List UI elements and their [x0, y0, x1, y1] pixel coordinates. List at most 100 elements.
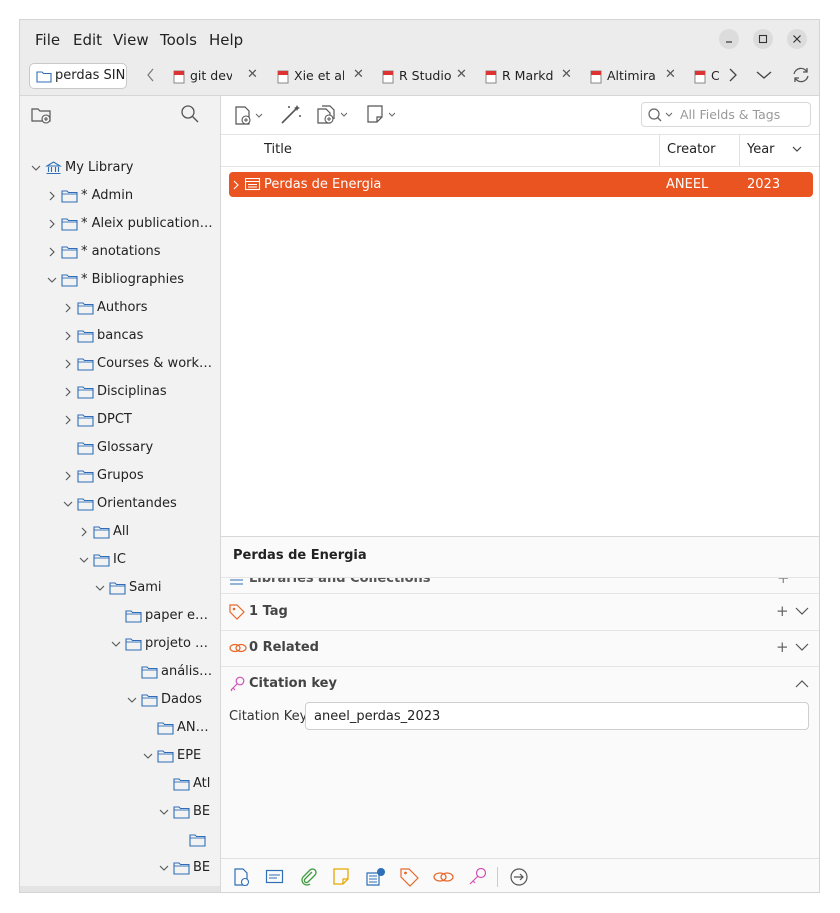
add-attachment-button[interactable] [316, 104, 356, 130]
chevron-right-icon[interactable] [63, 471, 75, 481]
column-separator[interactable] [659, 134, 660, 166]
collection-tree-row[interactable]: * Bibliographies [20, 269, 220, 291]
collection-tree-row[interactable]: Disciplinas [20, 381, 220, 403]
add-icon[interactable]: + [777, 578, 790, 587]
add-tag-icon[interactable]: + [776, 602, 789, 620]
collection-tree-row[interactable] [20, 829, 220, 851]
section-citation-key[interactable]: Citation key [221, 666, 819, 702]
chevron-right-icon[interactable] [47, 247, 59, 257]
search-field[interactable]: All Fields & Tags [641, 102, 811, 127]
new-note-button[interactable] [366, 104, 402, 130]
menu-view[interactable]: View [113, 31, 149, 49]
collection-tree-row[interactable]: My Library [20, 157, 220, 179]
info-icon[interactable] [233, 867, 251, 887]
collection-tree-row[interactable]: AN… [20, 717, 220, 739]
chevron-down-icon[interactable] [79, 555, 91, 565]
collection-tree-row[interactable]: * Admin [20, 185, 220, 207]
tab-library[interactable]: perdas SIN [29, 63, 127, 89]
add-by-identifier-button[interactable] [279, 104, 303, 130]
filter-collections-button[interactable] [180, 104, 200, 128]
column-separator[interactable] [739, 134, 740, 166]
add-related-icon[interactable]: + [776, 638, 789, 656]
chevron-down-icon[interactable] [47, 275, 59, 285]
collection-tree-row[interactable]: Glossary [20, 437, 220, 459]
collection-tree-row[interactable]: bancas [20, 325, 220, 347]
locate-icon[interactable] [509, 867, 529, 887]
related-icon[interactable] [433, 867, 455, 887]
citation-key-icon[interactable] [468, 867, 488, 887]
close-tab-icon[interactable]: ✕ [665, 67, 676, 82]
collection-tree-row[interactable]: DPCT [20, 409, 220, 431]
collection-tree-row[interactable]: Dados [20, 689, 220, 711]
collection-tree-row[interactable]: paper e… [20, 605, 220, 627]
chevron-right-icon[interactable] [63, 331, 75, 341]
tabs-scroll-right-button[interactable] [727, 66, 739, 88]
tabs-scroll-left-button[interactable] [146, 66, 156, 88]
minimize-button[interactable] [719, 29, 739, 49]
sync-button[interactable] [791, 66, 811, 88]
item-row-selected[interactable]: Perdas de Energia ANEEL 2023 [229, 172, 813, 197]
chevron-down-icon[interactable] [111, 639, 123, 649]
section-tags[interactable]: 1 Tag + [221, 594, 819, 631]
close-button[interactable] [787, 29, 807, 49]
chevron-right-icon[interactable] [63, 359, 75, 369]
chevron-right-icon[interactable] [63, 415, 75, 425]
collection-tree-row[interactable]: anális… [20, 661, 220, 683]
collection-tree-row[interactable]: projeto … [20, 633, 220, 655]
chevron-down-icon[interactable] [63, 499, 75, 509]
collection-tree-row[interactable]: Authors [20, 297, 220, 319]
collection-tree-row[interactable]: IC [20, 549, 220, 571]
collection-tree-row[interactable]: All [20, 521, 220, 543]
collection-tree-row[interactable]: Courses & works… [20, 353, 220, 375]
chevron-down-icon[interactable] [159, 863, 171, 873]
chevron-right-icon[interactable] [63, 387, 75, 397]
libraries-collections-icon[interactable] [365, 867, 387, 887]
chevron-down-icon[interactable] [95, 583, 107, 593]
new-collection-button[interactable] [31, 105, 53, 129]
menu-file[interactable]: File [35, 31, 60, 49]
column-creator[interactable]: Creator [667, 142, 716, 157]
chevron-down-icon[interactable] [127, 695, 139, 705]
chevron-right-icon[interactable] [47, 219, 59, 229]
tabs-menu-button[interactable] [755, 66, 773, 88]
chevron-right-icon[interactable] [63, 303, 75, 313]
section-related[interactable]: 0 Related + [221, 630, 819, 667]
chevron-down-icon[interactable] [795, 643, 809, 652]
column-year[interactable]: Year [747, 142, 775, 157]
chevron-right-icon[interactable] [47, 191, 59, 201]
collection-tree-row[interactable]: EPE [20, 745, 220, 767]
section-libraries[interactable]: Libraries and Collections + [221, 578, 819, 594]
close-tab-icon[interactable]: ✕ [353, 67, 364, 82]
sidebar-scrollbar[interactable] [20, 886, 220, 892]
attachments-icon[interactable] [298, 867, 318, 887]
column-title[interactable]: Title [264, 142, 292, 157]
collection-tree-row[interactable]: Grupos [20, 465, 220, 487]
close-tab-icon[interactable]: ✕ [561, 67, 572, 82]
close-tab-icon[interactable]: ✕ [247, 67, 258, 82]
abstract-icon[interactable] [265, 867, 285, 887]
menu-edit[interactable]: Edit [73, 31, 102, 49]
collection-tree-row[interactable]: Sami [20, 577, 220, 599]
maximize-button[interactable] [753, 29, 773, 49]
chevron-down-icon[interactable] [143, 751, 155, 761]
collection-tree-row[interactable]: * Aleix publications… [20, 213, 220, 235]
chevron-up-icon[interactable] [795, 679, 809, 688]
collection-tree-row[interactable]: Atl [20, 773, 220, 795]
collection-tree-row[interactable]: BE [20, 801, 220, 823]
notes-icon[interactable] [332, 867, 350, 887]
collection-tree-row[interactable]: * anotations [20, 241, 220, 263]
chevron-down-icon[interactable] [159, 807, 171, 817]
close-tab-icon[interactable]: ✕ [456, 67, 467, 82]
menu-tools[interactable]: Tools [160, 31, 197, 49]
tags-icon[interactable] [400, 867, 420, 887]
collection-tree-row[interactable]: BE [20, 857, 220, 879]
chevron-right-icon[interactable] [79, 527, 91, 537]
collection-tree-row[interactable]: Orientandes [20, 493, 220, 515]
new-item-button[interactable] [234, 105, 268, 131]
chevron-down-icon[interactable] [795, 607, 809, 616]
menu-help[interactable]: Help [209, 31, 243, 49]
citation-key-field[interactable] [305, 702, 809, 730]
expand-twisty-icon[interactable] [233, 180, 239, 190]
chevron-down-icon[interactable] [31, 163, 43, 173]
column-picker-icon[interactable] [792, 146, 802, 154]
